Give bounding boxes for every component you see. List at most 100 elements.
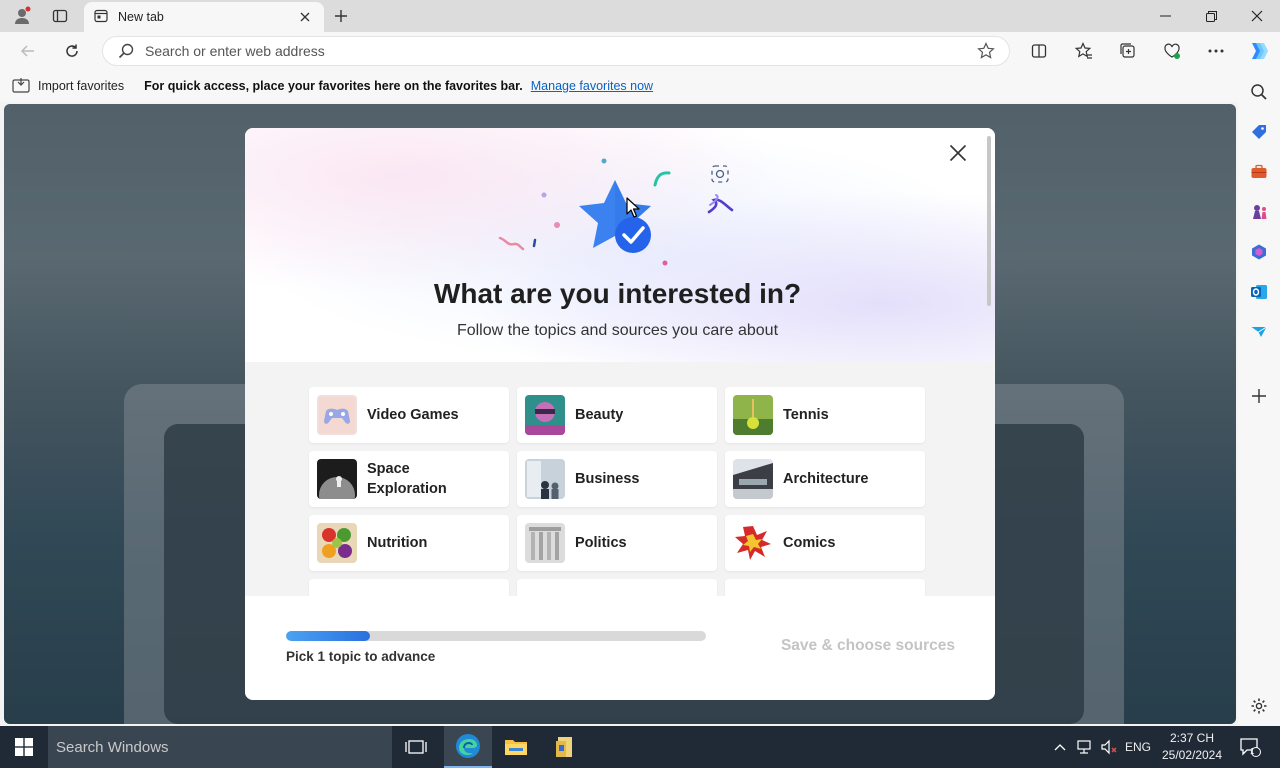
- add-favorite-icon[interactable]: [973, 38, 999, 64]
- folder-icon: [505, 740, 527, 755]
- topic-beauty[interactable]: Beauty: [517, 387, 717, 443]
- celebration-star-icon: [498, 158, 734, 266]
- start-button[interactable]: [0, 726, 48, 768]
- windows-taskbar: ENG 2:37 CH 25/02/2024 1: [0, 726, 1280, 768]
- restore-button[interactable]: [1188, 0, 1234, 32]
- taskbar-edge[interactable]: [444, 726, 492, 768]
- mouse-cursor-icon: [626, 197, 640, 218]
- close-window-button[interactable]: [1234, 0, 1280, 32]
- topic-label: Video Games: [367, 407, 459, 423]
- microsoft-365-icon[interactable]: [1247, 240, 1271, 264]
- close-dialog-button[interactable]: [945, 140, 971, 166]
- split-screen-icon[interactable]: [1025, 38, 1053, 64]
- search-icon: [117, 42, 135, 60]
- title-bar: New tab: [0, 0, 1280, 32]
- notification-center-button[interactable]: 1: [1236, 726, 1264, 768]
- import-favorites-button[interactable]: Import favorites: [12, 77, 124, 96]
- dialog-footer: Pick 1 topic to advance Save & choose so…: [245, 596, 995, 700]
- more-options-icon[interactable]: [1202, 38, 1230, 64]
- volume-muted-icon[interactable]: [1098, 726, 1120, 768]
- network-icon[interactable]: [1074, 726, 1096, 768]
- topics-list[interactable]: Video Games Beauty Tennis Space Explorat…: [245, 362, 995, 596]
- add-sidebar-app-icon[interactable]: [1247, 384, 1271, 408]
- windows-logo-icon: [15, 738, 33, 756]
- moon-astronaut-icon: [317, 459, 357, 499]
- topic-label: Beauty: [575, 407, 624, 423]
- tab-title: New tab: [118, 10, 164, 24]
- beauty-photo-icon: [525, 395, 565, 435]
- topic-space-exploration[interactable]: Space Exploration: [309, 451, 509, 507]
- topic-label: Politics: [575, 535, 627, 551]
- sidebar-search-icon[interactable]: [1247, 80, 1271, 104]
- topic-nutrition[interactable]: Nutrition: [309, 515, 509, 571]
- navigation-toolbar: [0, 32, 1280, 70]
- edge-sidebar: [1238, 70, 1280, 726]
- topic-architecture[interactable]: Architecture: [725, 451, 925, 507]
- save-choose-sources-button[interactable]: Save & choose sources: [765, 632, 955, 660]
- address-input[interactable]: [145, 43, 973, 59]
- task-view-button[interactable]: [392, 726, 440, 768]
- taskbar-app[interactable]: [540, 726, 588, 768]
- vegetables-icon: [317, 523, 357, 563]
- manage-favorites-link[interactable]: Manage favorites now: [531, 79, 653, 93]
- notification-count: 1: [1250, 747, 1255, 756]
- game-controller-icon: [317, 395, 357, 435]
- taskbar-file-explorer[interactable]: [492, 726, 540, 768]
- profile-icon[interactable]: [10, 5, 34, 27]
- dialog-subtitle: Follow the topics and sources you care a…: [456, 322, 779, 339]
- tools-briefcase-icon[interactable]: [1247, 160, 1271, 184]
- back-button[interactable]: [14, 38, 42, 64]
- collections-icon[interactable]: [1114, 38, 1142, 64]
- progress-text: Pick 1 topic to advance: [286, 649, 436, 664]
- shopping-tag-icon[interactable]: [1247, 120, 1271, 144]
- games-icon[interactable]: [1247, 200, 1271, 224]
- task-view-icon: [405, 740, 427, 754]
- tab-new-tab[interactable]: New tab: [84, 2, 324, 32]
- topic-video-games[interactable]: Video Games: [309, 387, 509, 443]
- taskbar-search-box[interactable]: [48, 726, 392, 768]
- topic-label: Comics: [783, 535, 836, 551]
- topic-card-partial[interactable]: [309, 579, 509, 596]
- favorites-icon[interactable]: [1070, 38, 1098, 64]
- topic-comics[interactable]: Comics: [725, 515, 925, 571]
- address-bar[interactable]: [102, 36, 1010, 66]
- taskbar-clock[interactable]: 2:37 CH 25/02/2024: [1158, 730, 1226, 764]
- topic-business[interactable]: Business: [517, 451, 717, 507]
- close-tab-icon[interactable]: [296, 8, 314, 26]
- business-people-icon: [525, 459, 565, 499]
- drop-send-icon[interactable]: [1247, 320, 1271, 344]
- show-hidden-icons-button[interactable]: [1050, 726, 1070, 768]
- minimize-button[interactable]: [1142, 0, 1188, 32]
- copilot-icon[interactable]: [1244, 38, 1272, 64]
- refresh-button[interactable]: [58, 38, 86, 64]
- tennis-ball-icon: [733, 395, 773, 435]
- topic-card-partial[interactable]: [725, 579, 925, 596]
- app-icon: [556, 737, 572, 757]
- browser-essentials-icon[interactable]: [1158, 38, 1186, 64]
- topic-label: Space Exploration: [367, 461, 447, 497]
- topic-politics[interactable]: Politics: [517, 515, 717, 571]
- chevron-up-icon: [1054, 744, 1066, 751]
- comic-burst-icon: [733, 523, 773, 563]
- topic-progress-bar: [286, 631, 706, 641]
- columns-icon: [525, 523, 565, 563]
- sidebar-settings-icon[interactable]: [1247, 694, 1271, 718]
- topics-grid: Video Games Beauty Tennis Space Explorat…: [309, 387, 925, 596]
- taskbar-search-input[interactable]: [56, 738, 376, 756]
- outlook-icon[interactable]: [1247, 280, 1271, 304]
- favorites-hint: For quick access, place your favorites h…: [144, 79, 523, 93]
- favorites-bar: Import favorites For quick access, place…: [0, 70, 1280, 102]
- edge-icon: [456, 734, 480, 758]
- dialog-title: What are you interested in?: [433, 278, 802, 309]
- clock-date: 25/02/2024: [1161, 748, 1223, 762]
- topic-label: Tennis: [783, 407, 829, 423]
- language-indicator[interactable]: ENG: [1122, 726, 1154, 768]
- building-icon: [733, 459, 773, 499]
- new-tab-button[interactable]: [330, 5, 352, 27]
- topic-label: Architecture: [783, 471, 869, 487]
- topic-label: Business: [575, 471, 640, 487]
- interests-dialog: What are you interested in? Follow the t…: [245, 128, 995, 700]
- topic-card-partial[interactable]: [517, 579, 717, 596]
- topic-tennis[interactable]: Tennis: [725, 387, 925, 443]
- tab-actions-icon[interactable]: [48, 5, 72, 27]
